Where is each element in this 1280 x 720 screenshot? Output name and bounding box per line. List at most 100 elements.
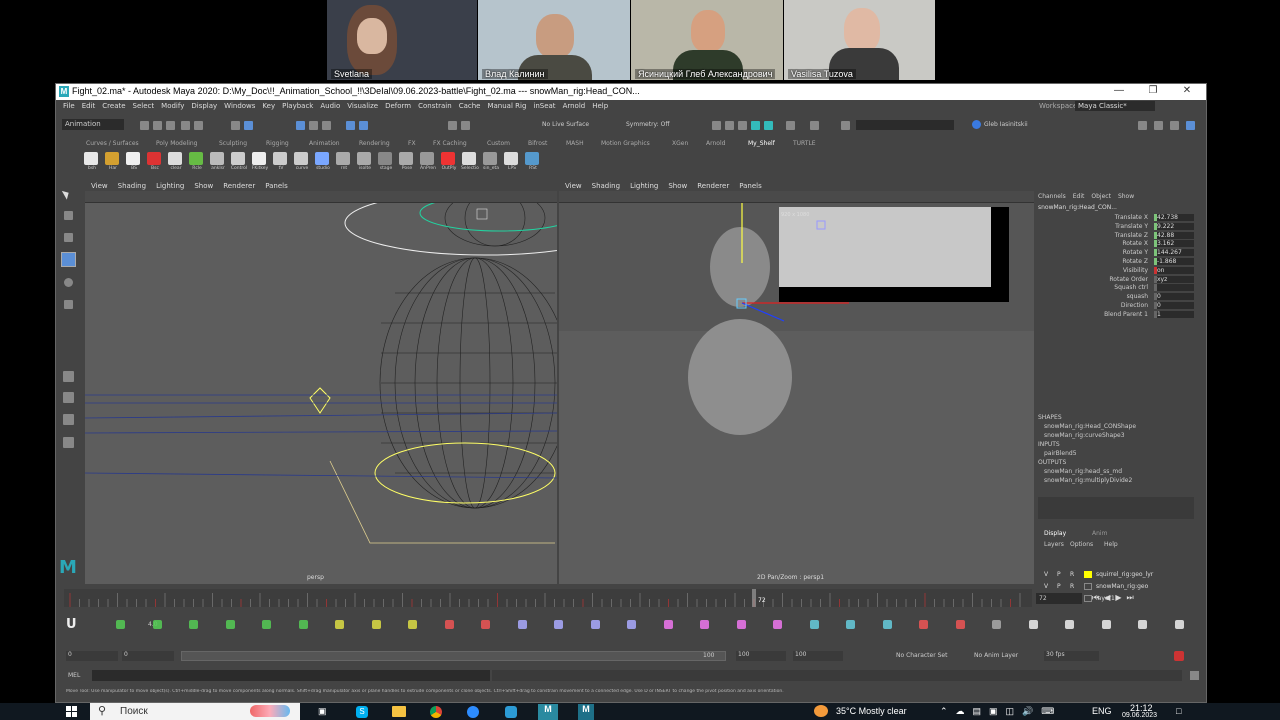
shelf-tab-sculpting[interactable]: Sculpting [219, 140, 247, 147]
tray-icons[interactable]: ⌃☁▤▣◫🔊⌨ [940, 706, 1062, 717]
script-editor-icon[interactable] [1190, 671, 1199, 680]
shelf-tab-fx[interactable]: FX [408, 140, 416, 147]
layer-menu-layers[interactable]: Layers [1044, 541, 1064, 548]
paint-select-icon[interactable] [64, 233, 73, 242]
panel-view[interactable]: View [565, 182, 582, 190]
anim-tool-icon[interactable] [846, 620, 855, 629]
menu-select[interactable]: Select [133, 100, 155, 112]
anim-tool-icon[interactable] [992, 620, 1001, 629]
select-tool-icon[interactable] [61, 188, 72, 200]
channel-value[interactable]: xyz [1154, 275, 1194, 283]
channel-value[interactable]: 0 [1154, 293, 1194, 301]
shelf-button-curve[interactable] [294, 152, 308, 165]
shelf-tab-my-shelf[interactable]: My_Shelf [748, 140, 775, 147]
anim-tool-icon[interactable] [189, 620, 198, 629]
channel-value[interactable]: -1.868 [1154, 258, 1194, 265]
menu-manual-rig[interactable]: Manual Rig [487, 100, 526, 112]
snap-view-icon[interactable] [346, 121, 355, 130]
range-start-field[interactable]: 0 [66, 651, 118, 661]
language-indicator[interactable]: ENG [1092, 706, 1112, 716]
live-surface-label[interactable]: No Live Surface [542, 121, 589, 128]
anim-tool-icon[interactable] [116, 620, 125, 629]
shelf-button-isolte[interactable] [357, 152, 371, 165]
shelf-tab-fx-caching[interactable]: FX Caching [433, 140, 467, 147]
anim-tool-icon[interactable] [371, 620, 381, 629]
panel-renderer[interactable]: Renderer [697, 182, 729, 190]
anim-tool-icon[interactable] [444, 620, 454, 629]
shelf-button-studio[interactable] [315, 152, 329, 165]
shelf-tab-arnold[interactable]: Arnold [706, 140, 725, 147]
input-line-icon[interactable] [841, 121, 850, 130]
anim-tool-icon[interactable] [919, 620, 928, 629]
menu-playback[interactable]: Playback [282, 100, 313, 112]
modeling-toolkit-icon[interactable] [1138, 121, 1147, 130]
viewport-left[interactable]: View Shading Lighting Show Renderer Panels [85, 181, 557, 584]
panel-lighting[interactable]: Lighting [630, 182, 658, 190]
anim-tool-icon[interactable] [298, 620, 308, 629]
fps-dropdown[interactable]: 30 fps [1044, 651, 1099, 661]
channel-label[interactable]: Translate Z [1058, 232, 1148, 239]
output-item[interactable]: snowMan_rig:multiplyDivide2 [1044, 477, 1132, 484]
layer-tab-anim[interactable]: Anim [1092, 530, 1107, 537]
time-slider[interactable]: 72 [64, 589, 1032, 607]
cb-object-name[interactable]: snowMan_rig:Head_CON... [1038, 204, 1117, 211]
channel-label[interactable]: Squash ctrl [1058, 284, 1148, 291]
snap-curve-icon[interactable] [309, 121, 318, 130]
viewport-right[interactable]: View Shading Lighting Show Renderer Panels 92… [559, 181, 1034, 584]
channel-box-toggle-icon[interactable] [1186, 121, 1195, 130]
select-hierarchy-icon[interactable] [231, 121, 240, 130]
snap-grid-icon[interactable] [296, 121, 305, 130]
shelf-tab-rendering[interactable]: Rendering [359, 140, 390, 147]
save-scene-icon[interactable] [166, 121, 175, 130]
shelf-button-bsh[interactable] [84, 152, 98, 165]
layer-menu-help[interactable]: Help [1104, 541, 1118, 548]
shelf-button-rcle[interactable] [189, 152, 203, 165]
cb-tab-edit[interactable]: Edit [1073, 193, 1085, 200]
layer-toggle-p[interactable]: P [1057, 583, 1061, 590]
cb-tab-channels[interactable]: Channels [1038, 193, 1066, 200]
app-icon[interactable] [505, 706, 517, 718]
menu-edit[interactable]: Edit [82, 100, 96, 112]
anim-tool-icon[interactable] [1138, 620, 1147, 629]
anim-tool-icon[interactable] [481, 620, 490, 629]
move-tool-icon[interactable] [61, 252, 76, 267]
range-end2-field[interactable]: 100 [793, 651, 843, 661]
step-back-icon[interactable]: ◀ [1104, 593, 1115, 602]
scale-tool-icon[interactable] [64, 300, 73, 309]
mel-label[interactable]: MEL [68, 672, 80, 679]
range-mid-field[interactable]: 100 [703, 652, 714, 659]
character-set-dropdown[interactable]: No Character Set [896, 652, 947, 659]
user-account-dropdown[interactable]: Gleb Iasinitskii [984, 121, 1028, 128]
layout-single-icon[interactable] [63, 371, 74, 382]
clock-date[interactable]: 09.06.2023 [1122, 712, 1157, 719]
attribute-editor-icon[interactable] [1154, 121, 1163, 130]
panel-renderer[interactable]: Renderer [223, 182, 255, 190]
anim-tool-icon[interactable] [809, 620, 819, 629]
panel-panels[interactable]: Panels [265, 182, 288, 190]
channel-label[interactable]: Translate X [1058, 214, 1148, 221]
channel-label[interactable]: Visibility [1058, 267, 1148, 274]
shelf-tab-animation[interactable]: Animation [309, 140, 340, 147]
shelf-button-tv[interactable] [273, 152, 287, 165]
channel-value[interactable]: on [1154, 266, 1194, 274]
shelf-button-clear[interactable] [168, 152, 182, 165]
shelf-tab-rigging[interactable]: Rigging [266, 140, 289, 147]
windows-start-icon[interactable] [66, 706, 77, 717]
shelf-button-sin_eta[interactable] [483, 152, 497, 165]
participant-tile-3[interactable]: Ясиницкий Глеб Александрович [631, 0, 783, 80]
task-view-icon[interactable]: ▣ [318, 706, 327, 717]
anim-tool-icon[interactable] [1028, 620, 1038, 629]
anim-layer-dropdown[interactable]: No Anim Layer [974, 652, 1018, 659]
open-scene-icon[interactable] [153, 121, 162, 130]
render-view-icon[interactable] [712, 121, 721, 130]
layout-two-icon[interactable] [63, 392, 74, 403]
layer-toggle-p[interactable]: P [1057, 571, 1061, 578]
range-end-field[interactable]: 100 [736, 651, 786, 661]
shelf-tab-poly[interactable]: Poly Modeling [156, 140, 198, 147]
range-bar[interactable] [181, 651, 726, 661]
participant-tile-4[interactable]: Vasilisa Tuzova [784, 0, 935, 80]
zoom-icon[interactable] [467, 706, 479, 718]
render-icon[interactable] [461, 121, 470, 130]
shelf-tab-turtle[interactable]: TURTLE [793, 140, 816, 147]
notifications-icon[interactable]: □ [1176, 706, 1181, 716]
